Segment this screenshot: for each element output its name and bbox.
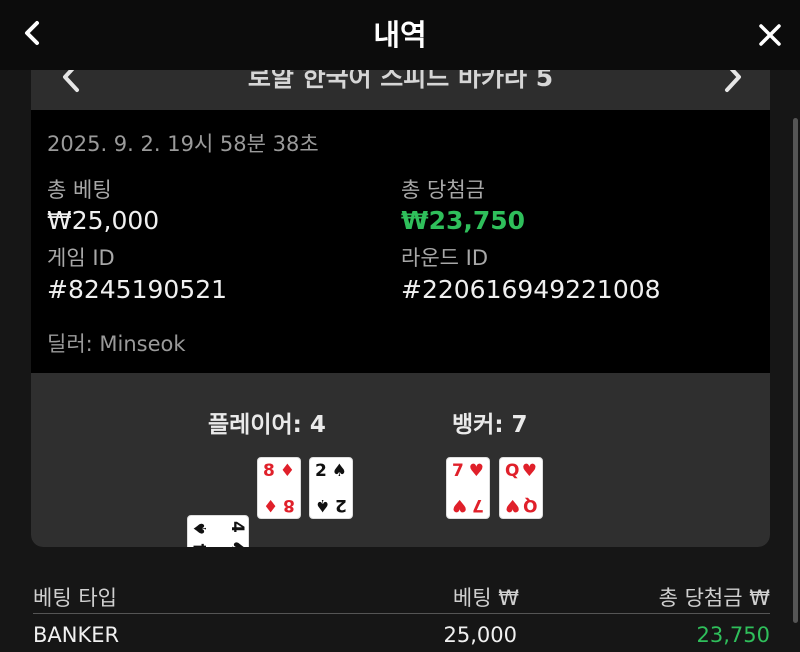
banker-card-2: Q ♥ ♥ Q <box>499 457 543 519</box>
win-amount-cell: 23,750 <box>696 623 770 647</box>
player-card-1: 4 ♠ ♠ 4 <box>187 515 249 547</box>
spade-icon: ♠ <box>315 495 331 515</box>
card-rank: 7 <box>472 495 484 515</box>
game-id-value: #8245190521 <box>47 275 228 304</box>
history-page: 로얄 한국어 스피드 바카라 5 2025. 9. 2. 19시 58분 38초… <box>0 0 800 652</box>
spade-icon: ♠ <box>227 540 247 547</box>
player-score: 플레이어: 4 <box>208 412 326 438</box>
round-detail-card: 로얄 한국어 스피드 바카라 5 2025. 9. 2. 19시 58분 38초… <box>31 40 770 547</box>
diamond-icon: ♦ <box>263 495 279 515</box>
close-icon <box>759 24 781 46</box>
card-rank: Q <box>505 461 520 481</box>
top-bar: 내역 <box>0 0 800 70</box>
total-win-label: 총 당첨금 <box>401 178 485 202</box>
bet-amount-cell: 25,000 <box>443 623 517 647</box>
win-amount-header: 총 당첨금 ₩ <box>658 586 770 610</box>
player-card-2: 8 ♦ ♦ 8 <box>257 457 301 519</box>
bet-type-cell: BANKER <box>33 623 120 647</box>
round-id-label: 라운드 ID <box>401 246 488 270</box>
player-card-3: 2 ♠ ♠ 2 <box>309 457 353 519</box>
bets-table-header: 베팅 타입 베팅 ₩ 총 당첨금 ₩ <box>33 580 770 614</box>
card-rank: Q <box>522 495 537 515</box>
round-id-value: #220616949221008 <box>401 275 661 304</box>
heart-icon: ♥ <box>521 461 537 481</box>
card-rank: 8 <box>263 461 275 481</box>
card-rank: 7 <box>452 461 464 481</box>
card-rank: 8 <box>283 495 295 515</box>
spade-icon: ♠ <box>331 461 347 481</box>
round-datetime: 2025. 9. 2. 19시 58분 38초 <box>47 132 319 156</box>
card-rank: 4 <box>227 521 247 533</box>
page-title: 내역 <box>373 18 427 52</box>
card-rank: 2 <box>335 495 347 515</box>
game-result: 플레이어: 4 뱅커: 7 4 ♠ ♠ 4 8 ♦ ♦ 8 2 ♠ ♠ <box>31 373 770 547</box>
table-row: BANKER 25,000 23,750 <box>33 620 770 652</box>
total-bet-label: 총 베팅 <box>47 178 112 202</box>
total-bet-value: ₩25,000 <box>47 206 160 235</box>
scrollbar[interactable] <box>793 118 798 623</box>
round-info: 2025. 9. 2. 19시 58분 38초 총 베팅 ₩25,000 총 당… <box>31 110 770 373</box>
card-rank: 4 <box>191 543 211 547</box>
heart-icon: ♥ <box>468 461 484 481</box>
banker-score: 뱅커: 7 <box>452 412 528 438</box>
spade-icon: ♠ <box>191 521 211 537</box>
heart-icon: ♥ <box>452 495 468 515</box>
diamond-icon: ♦ <box>279 461 295 481</box>
game-id-label: 게임 ID <box>47 246 115 270</box>
bet-amount-header: 베팅 ₩ <box>452 586 519 610</box>
dealer-name: 딜러: Minseok <box>47 332 186 356</box>
banker-card-1: 7 ♥ ♥ 7 <box>446 457 490 519</box>
total-win-value: ₩23,750 <box>401 206 526 235</box>
heart-icon: ♥ <box>505 495 521 515</box>
bet-type-header: 베팅 타입 <box>33 586 117 610</box>
close-button[interactable] <box>755 20 785 50</box>
card-rank: 2 <box>315 461 327 481</box>
